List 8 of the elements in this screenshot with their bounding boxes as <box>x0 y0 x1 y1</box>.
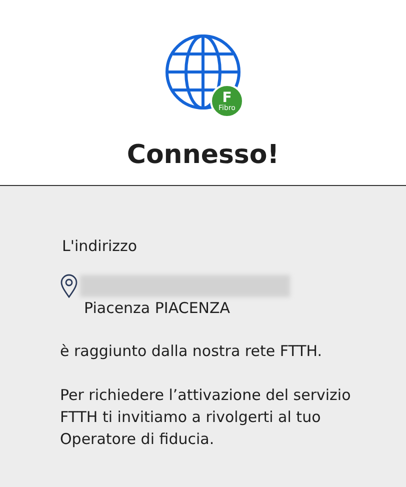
badge-letter: F <box>222 90 232 104</box>
status-text: è raggiunto dalla nostra rete FTTH. <box>60 341 324 362</box>
note-text: Per richiedere l’attivazione del servizio FTTH ti invitiamo a rivolgerti al tuo Operatore di fiducia. <box>60 385 352 450</box>
globe-icon <box>163 32 243 112</box>
address-city: Piacenza PIACENZA <box>84 298 232 319</box>
intro-text: L'indirizzo <box>62 236 138 257</box>
status-title: Connesso! <box>126 139 280 172</box>
location-pin-icon <box>60 274 78 298</box>
